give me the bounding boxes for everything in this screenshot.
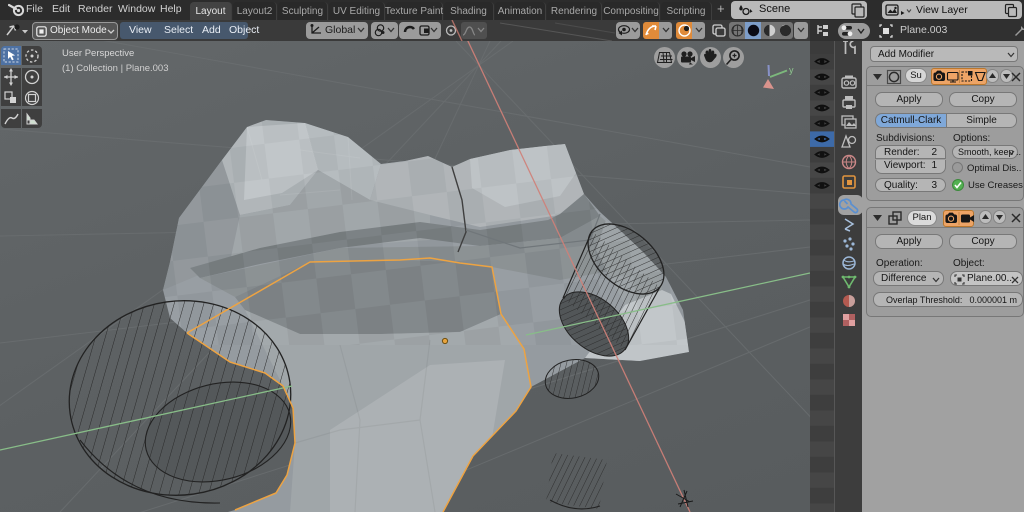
svg-text:y: y bbox=[789, 65, 794, 75]
